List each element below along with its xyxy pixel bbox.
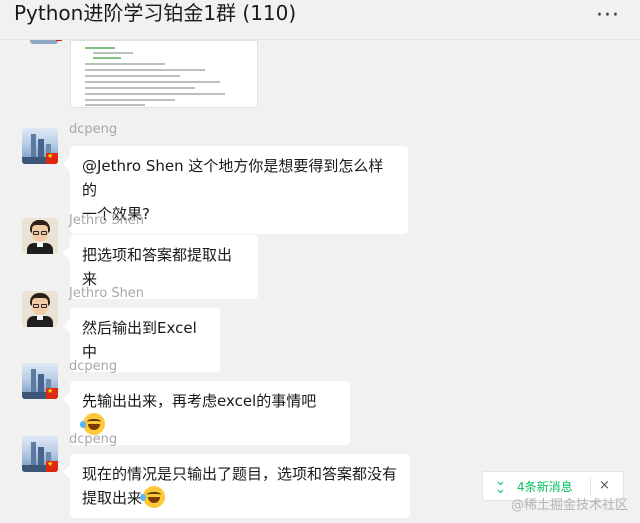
screenshot-thumbnail[interactable] (70, 40, 258, 108)
more-dots-icon[interactable]: ··· (596, 5, 620, 27)
sender-name: Jethro Shen (69, 213, 145, 228)
sender-name: dcpeng (69, 122, 118, 137)
message-text: 把选项和答案都提取出来 (82, 246, 233, 288)
close-icon[interactable]: × (599, 478, 610, 494)
chat-header: Python进阶学习铂金1群 (110) ··· (0, 0, 640, 40)
cartoon-man-avatar[interactable] (22, 218, 58, 254)
message-text: 现在的情况是只输出了题目，选项和答案都没有 (82, 465, 398, 483)
city-skyline-avatar[interactable] (22, 436, 58, 472)
new-messages-label[interactable]: 4条新消息 (517, 479, 573, 495)
sender-name: dcpeng (69, 359, 118, 374)
city-skyline-avatar[interactable] (22, 363, 58, 399)
message-text: 先输出出来，再考虑excel的事情吧 (80, 389, 338, 437)
message-bubble[interactable]: 现在的情况是只输出了题目，选项和答案都没有 提取出来 (70, 454, 410, 518)
sender-name: dcpeng (69, 432, 118, 447)
new-messages-notice[interactable]: ⌄ ⌄ 4条新消息 × (482, 471, 624, 501)
divider (590, 478, 591, 496)
laugh-cry-emoji-icon (140, 486, 166, 508)
sender-name: Jethro Shen (69, 286, 145, 301)
watermark: @稀土掘金技术社区 (510, 498, 628, 513)
city-skyline-avatar[interactable] (22, 128, 58, 164)
message-text-span: 先输出出来，再考虑excel的事情吧 (82, 392, 317, 410)
double-chevron-down-icon: ⌄ ⌄ (495, 474, 506, 497)
cartoon-man-avatar[interactable] (22, 291, 58, 327)
message-text: 然后输出到Excel中 (82, 319, 197, 361)
chat-title: Python进阶学习铂金1群 (110) (14, 1, 297, 25)
message-text: 提取出来 (82, 486, 398, 510)
message-text: @Jethro Shen 这个地方你是想要得到怎么样的 (82, 157, 384, 199)
message-text-span: 提取出来 (82, 489, 143, 507)
